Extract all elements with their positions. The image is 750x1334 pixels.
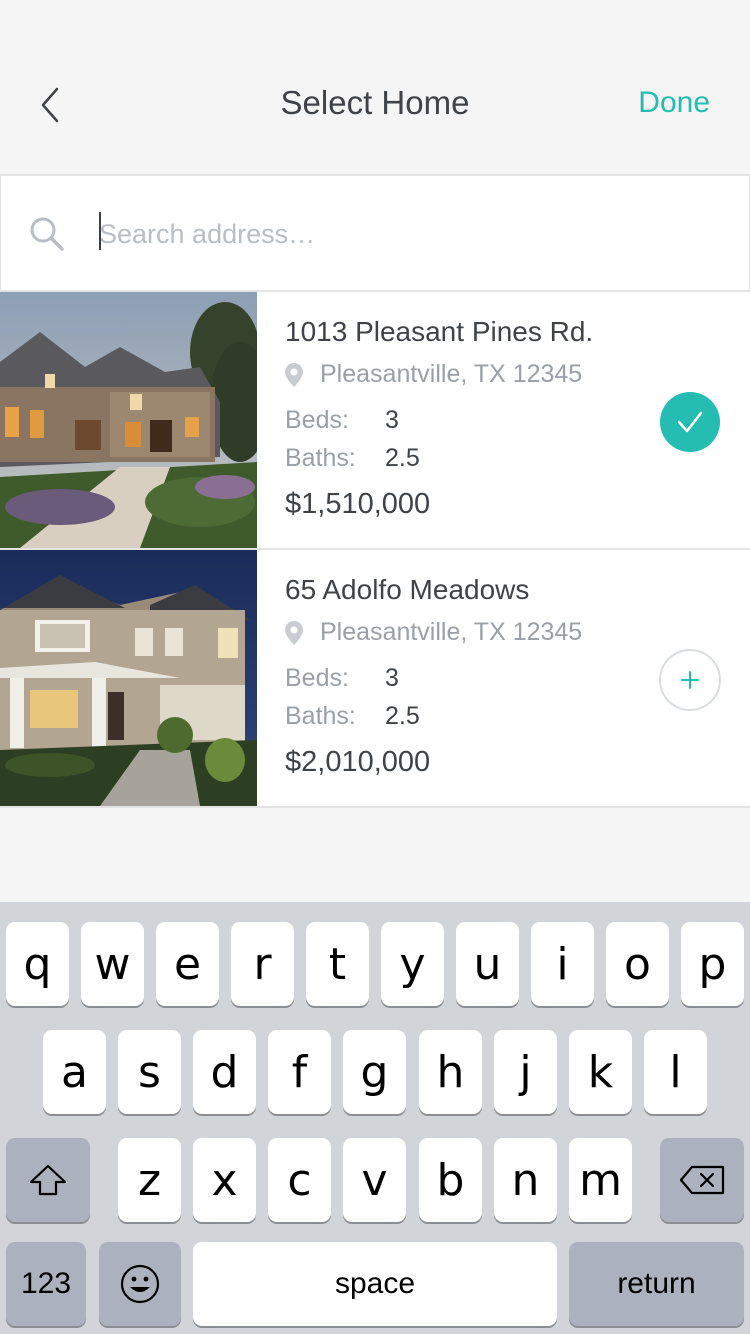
home-photo	[0, 550, 257, 806]
text-caret	[99, 212, 101, 250]
add-home-button[interactable]	[659, 649, 721, 711]
baths-value: 2.5	[385, 444, 420, 472]
key-v[interactable]: v	[343, 1138, 406, 1222]
listing-address: 1013 Pleasant Pines Rd.	[285, 316, 594, 347]
beds-value: 3	[385, 664, 399, 692]
beds-row: Beds: 3	[285, 664, 399, 693]
emoji-key[interactable]	[99, 1242, 181, 1326]
return-key[interactable]: return	[569, 1242, 744, 1326]
search-input[interactable]	[99, 206, 719, 262]
key-o[interactable]: o	[606, 922, 669, 1006]
key-x[interactable]: x	[193, 1138, 256, 1222]
listing-city: Pleasantville, TX 12345	[320, 618, 583, 646]
key-e[interactable]: e	[156, 922, 219, 1006]
key-p[interactable]: p	[681, 922, 744, 1006]
key-d[interactable]: d	[193, 1030, 256, 1114]
list-item[interactable]: 1013 Pleasant Pines Rd. Pleasantville, T…	[0, 292, 750, 550]
selected-toggle-button[interactable]	[660, 392, 720, 452]
key-n[interactable]: n	[494, 1138, 557, 1222]
keyboard: q w e r t y u i o p a s d f g h j k l z …	[0, 902, 750, 1334]
key-k[interactable]: k	[569, 1030, 632, 1114]
search-bar	[0, 174, 750, 292]
list-item[interactable]: 65 Adolfo Meadows Pleasantville, TX 1234…	[0, 550, 750, 808]
key-i[interactable]: i	[531, 922, 594, 1006]
home-photo	[0, 292, 257, 548]
location-pin-icon	[285, 362, 303, 387]
listing-city: Pleasantville, TX 12345	[320, 360, 583, 388]
key-a[interactable]: a	[43, 1030, 106, 1114]
listing-location: Pleasantville, TX 12345	[285, 618, 582, 647]
key-t[interactable]: t	[306, 922, 369, 1006]
beds-row: Beds: 3	[285, 406, 399, 435]
plus-icon	[681, 671, 699, 689]
key-u[interactable]: u	[456, 922, 519, 1006]
listing-address: 65 Adolfo Meadows	[285, 574, 530, 605]
emoji-icon	[120, 1264, 160, 1304]
key-m[interactable]: m	[569, 1138, 632, 1222]
key-s[interactable]: s	[118, 1030, 181, 1114]
baths-label: Baths:	[285, 444, 356, 472]
key-f[interactable]: f	[268, 1030, 331, 1114]
shift-icon	[29, 1164, 67, 1196]
listing-price: $1,510,000	[285, 488, 431, 520]
check-icon	[677, 411, 703, 433]
beds-label: Beds:	[285, 664, 349, 692]
done-button[interactable]: Done	[638, 86, 710, 120]
beds-label: Beds:	[285, 406, 349, 434]
numbers-key[interactable]: 123	[6, 1242, 86, 1326]
key-g[interactable]: g	[343, 1030, 406, 1114]
baths-row: Baths: 2.5	[285, 444, 420, 473]
delete-key[interactable]	[660, 1138, 744, 1222]
key-r[interactable]: r	[231, 922, 294, 1006]
backspace-icon	[679, 1165, 725, 1195]
listing-location: Pleasantville, TX 12345	[285, 360, 582, 389]
nav-header: Select Home Done	[0, 0, 750, 174]
key-c[interactable]: c	[268, 1138, 331, 1222]
search-icon	[30, 217, 64, 251]
listing-price: $2,010,000	[285, 746, 431, 778]
space-key[interactable]: space	[193, 1242, 557, 1326]
baths-label: Baths:	[285, 702, 356, 730]
baths-value: 2.5	[385, 702, 420, 730]
key-z[interactable]: z	[118, 1138, 181, 1222]
key-y[interactable]: y	[381, 922, 444, 1006]
beds-value: 3	[385, 406, 399, 434]
key-b[interactable]: b	[419, 1138, 482, 1222]
key-l[interactable]: l	[644, 1030, 707, 1114]
baths-row: Baths: 2.5	[285, 702, 420, 731]
key-j[interactable]: j	[494, 1030, 557, 1114]
location-pin-icon	[285, 620, 303, 645]
key-q[interactable]: q	[6, 922, 69, 1006]
key-w[interactable]: w	[81, 922, 144, 1006]
shift-key[interactable]	[6, 1138, 90, 1222]
key-h[interactable]: h	[419, 1030, 482, 1114]
